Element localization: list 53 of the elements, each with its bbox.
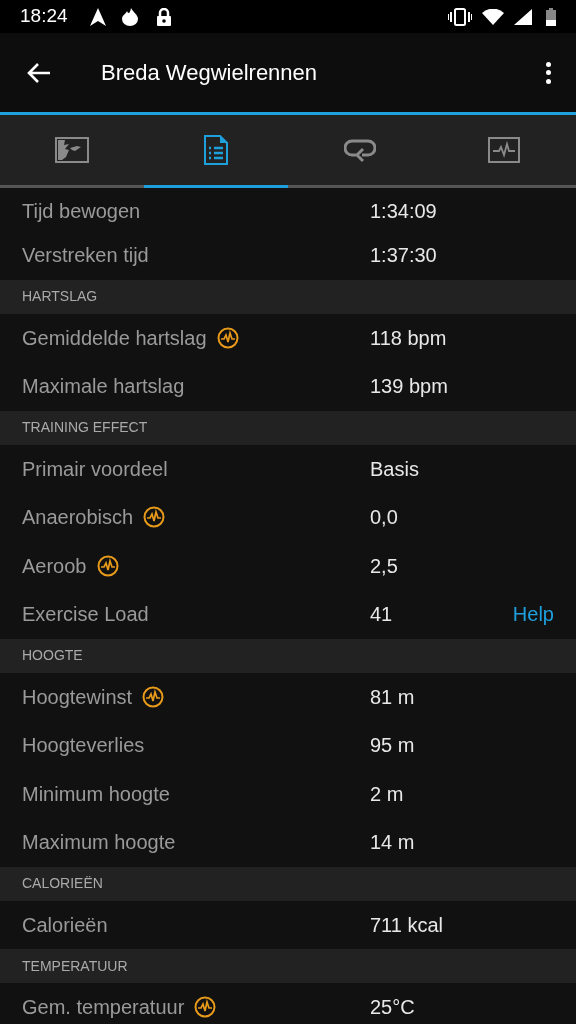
row-value: 2,5 — [370, 553, 399, 579]
help-link[interactable]: Help — [512, 599, 554, 630]
row-label: Calorieën — [22, 912, 108, 938]
section-header: TRAINING EFFECT — [0, 410, 576, 445]
map-icon — [55, 137, 89, 163]
row-label: Anaerobisch — [22, 505, 134, 531]
more-options-button[interactable] — [544, 60, 552, 85]
chart-icon — [488, 137, 520, 163]
navigation-icon — [89, 7, 106, 26]
row-label: Verstreken tijd — [22, 243, 149, 269]
row-value: 711 kcal — [370, 912, 444, 938]
flame-icon — [121, 7, 138, 26]
row-value: 2 m — [370, 781, 405, 807]
row-value: 14 m — [370, 830, 416, 856]
document-list-icon — [204, 135, 228, 165]
row-value: 95 m — [370, 733, 416, 759]
section-header: TEMPERATUUR — [0, 949, 576, 983]
row-label: Gemiddelde hartslag — [22, 325, 207, 351]
heart-rate-badge-icon — [194, 996, 217, 1019]
row-label: Exercise Load — [22, 602, 149, 628]
screen-title: Breda Wegwielrennen — [101, 59, 318, 87]
signal-icon — [514, 8, 532, 25]
row-label: Gem. temperatuur — [22, 995, 185, 1021]
row-label: Minimum hoogte — [22, 781, 170, 807]
row-label: Hoogtewinst — [22, 684, 133, 710]
row-label: Aeroob — [22, 553, 87, 579]
row-label: Hoogteverlies — [22, 733, 145, 759]
vibrate-icon — [448, 7, 472, 26]
wifi-icon — [482, 8, 504, 25]
row-value: Basis — [370, 456, 420, 482]
row-value: 118 bpm — [370, 325, 448, 351]
loop-arrow-icon — [344, 137, 376, 163]
row-label: Primair voordeel — [22, 456, 168, 482]
heart-rate-badge-icon — [96, 554, 119, 577]
heart-rate-badge-icon — [216, 326, 239, 349]
row-value: 139 bpm — [370, 374, 449, 400]
lock-icon — [155, 7, 172, 26]
section-header: HOOGTE — [0, 638, 576, 673]
row-value: 41 — [370, 602, 394, 628]
section-header: CALORIEËN — [0, 866, 576, 901]
status-time: 18:24 — [20, 4, 68, 29]
battery-icon — [546, 7, 556, 26]
row-label: Tijd bewogen — [22, 198, 141, 224]
row-value: 0,0 — [370, 505, 399, 531]
row-value: 1:37:30 — [370, 243, 438, 269]
heart-rate-badge-icon — [142, 685, 165, 708]
row-value: 1:34:09 — [370, 198, 438, 224]
row-value: 25°C — [370, 995, 416, 1021]
section-header: HARTSLAG — [0, 279, 576, 314]
row-value: 81 m — [370, 684, 416, 710]
row-label: Maximale hartslag — [22, 374, 185, 400]
heart-rate-badge-icon — [143, 506, 166, 529]
row-label: Maximum hoogte — [22, 830, 176, 856]
